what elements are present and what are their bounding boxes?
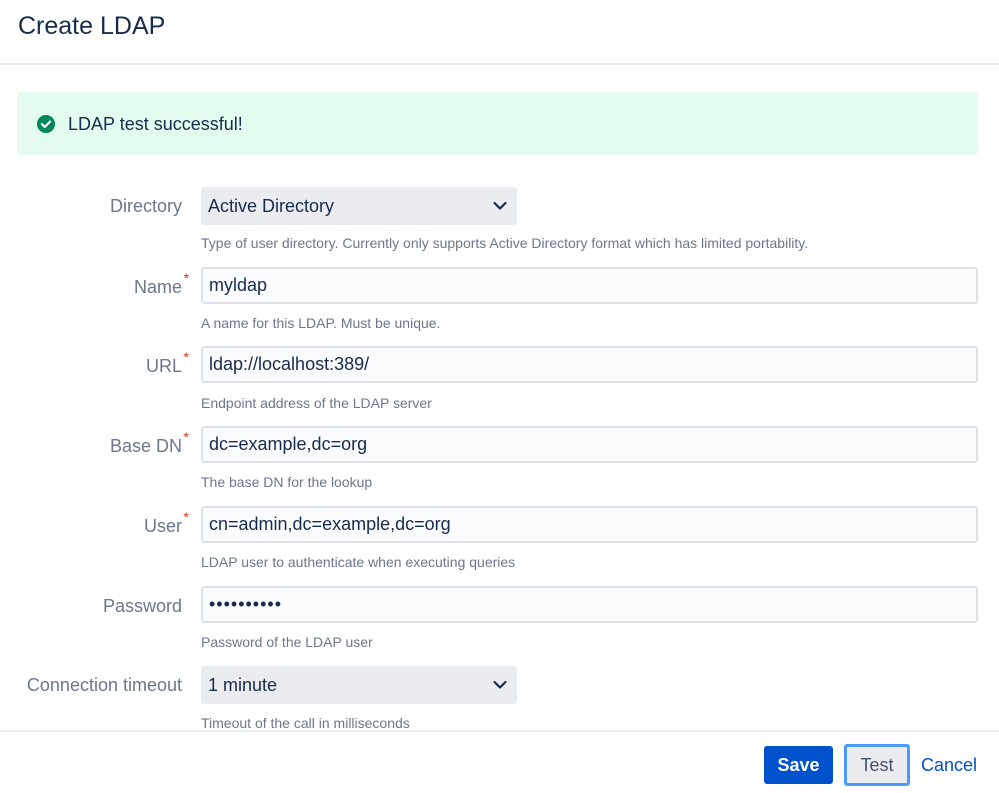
user-help: LDAP user to authenticate when executing… xyxy=(201,554,516,570)
test-button[interactable]: Test xyxy=(844,744,910,786)
timeout-select-value: 1 minute xyxy=(208,675,278,695)
base-dn-input[interactable]: dc=example,dc=org xyxy=(201,426,978,463)
user-label: User * xyxy=(143,509,189,536)
base-dn-help: The base DN for the lookup xyxy=(201,474,373,490)
directory-select-value: Active Directory xyxy=(208,196,335,216)
chevron-down-icon xyxy=(492,198,508,214)
check-circle-icon xyxy=(37,115,55,133)
dialog-title: Create LDAP xyxy=(18,12,166,40)
url-help: Endpoint address of the LDAP server xyxy=(201,395,432,411)
password-input[interactable]: •••••••••• xyxy=(201,586,978,623)
timeout-select[interactable]: 1 minute xyxy=(201,666,517,704)
directory-help: Type of user directory. Currently only s… xyxy=(201,235,809,251)
name-label: Name * xyxy=(133,270,189,297)
directory-label: Directory xyxy=(109,196,182,216)
directory-select[interactable]: Active Directory xyxy=(201,187,517,225)
banner-message: LDAP test successful! xyxy=(68,114,243,134)
name-help: A name for this LDAP. Must be unique. xyxy=(201,315,441,331)
password-label: Password xyxy=(102,596,182,616)
dialog-footer: Save Test Cancel xyxy=(0,730,999,793)
chevron-down-icon xyxy=(492,677,508,693)
password-help: Password of the LDAP user xyxy=(201,634,373,650)
success-banner: LDAP test successful! xyxy=(17,92,978,155)
required-marker: * xyxy=(183,349,189,365)
cancel-button[interactable]: Cancel xyxy=(914,746,984,784)
create-ldap-dialog: Create LDAP LDAP test successful! Direct… xyxy=(0,0,999,793)
required-marker: * xyxy=(183,509,189,525)
url-input[interactable]: ldap://localhost:389/ xyxy=(201,346,978,383)
save-button[interactable]: Save xyxy=(764,746,833,784)
url-label: URL * xyxy=(145,349,189,376)
timeout-label: Connection timeout xyxy=(26,675,182,695)
required-marker: * xyxy=(183,429,189,445)
base-dn-label: Base DN * xyxy=(109,429,189,456)
dialog-header: Create LDAP xyxy=(0,0,999,65)
name-input[interactable]: myldap xyxy=(201,267,978,304)
user-input[interactable]: cn=admin,dc=example,dc=org xyxy=(201,506,978,543)
required-marker: * xyxy=(183,270,189,286)
